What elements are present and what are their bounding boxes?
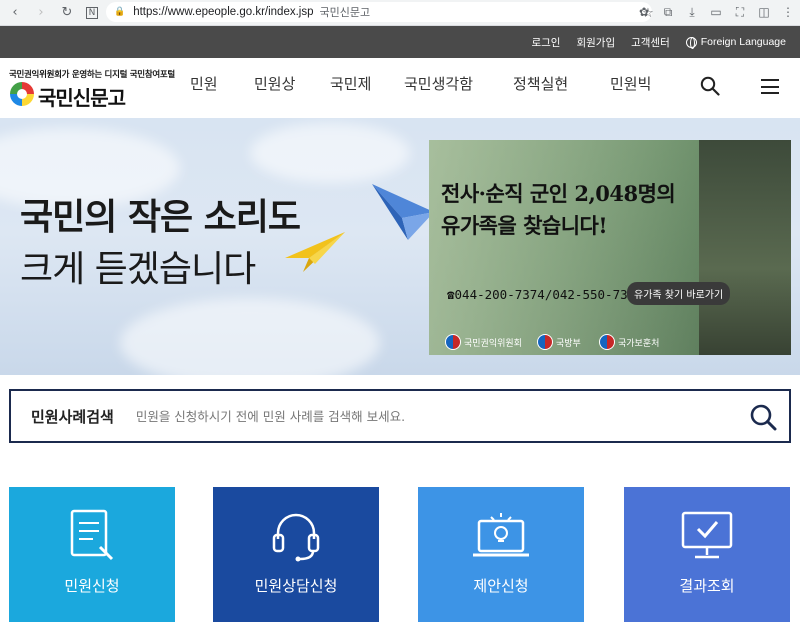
search-icon[interactable]: [700, 76, 720, 96]
banner-title-line1: 전사·순직 군인 2,048명의: [441, 181, 676, 206]
promo-banner[interactable]: 전사·순직 군인 2,048명의 유가족을 찾습니다! ☎044-200-737…: [429, 140, 791, 355]
card-label: 민원상담신청: [254, 577, 338, 595]
taegeuk-icon: [445, 334, 461, 350]
browser-toolbar: ‹ › ↻ N 🔒 https://www.epeople.go.kr/inde…: [0, 0, 800, 26]
banner-link-button[interactable]: 유가족 찾기 바로가기: [627, 282, 731, 305]
news-icon[interactable]: N: [86, 6, 98, 19]
result-inquiry-card[interactable]: 결과조회: [624, 487, 790, 622]
support-link[interactable]: 고객센터: [631, 35, 670, 50]
banner-phone: ☎044-200-7374/042-550-7387: [447, 287, 643, 302]
document-icon: [70, 509, 114, 561]
soldier-statue-image: [699, 140, 791, 355]
url-text: https://www.epeople.go.kr/index.jsp: [133, 6, 314, 18]
consult-petition-card[interactable]: 민원상담신청: [213, 487, 379, 622]
media-icon[interactable]: ▭: [708, 3, 724, 21]
nav-item-thinking[interactable]: 국민생각함: [404, 77, 473, 92]
nav-item-consult[interactable]: 민원상담: [254, 75, 296, 151]
paper-plane-blue-icon: [372, 184, 434, 240]
logo-subtitle: 국민권익위원회가 운영하는 디지털 국민참여포털: [9, 70, 175, 80]
taegeuk-icon: [599, 334, 615, 350]
org-mpva: 국가보훈처: [599, 334, 659, 350]
headset-icon: [272, 513, 320, 562]
hero-section: 국민의 작은 소리도 크게 듣겠습니다 전사·순직 군인 2,048명의 유가족…: [0, 118, 800, 375]
reload-icon[interactable]: ↻: [56, 2, 78, 24]
hero-headline: 국민의 작은 소리도: [20, 197, 301, 238]
hamburger-menu-icon[interactable]: [761, 79, 779, 94]
org-acrc: 국민권익위원회: [445, 334, 522, 350]
nav-item-bigdata[interactable]: 민원빅데이터: [610, 75, 652, 151]
search-input[interactable]: [135, 408, 696, 424]
nav-label-line1: 민원빅: [610, 75, 652, 93]
case-search-bar: 민원사례검색: [9, 389, 791, 443]
hero-subheadline: 크게 듣겠습니다: [20, 249, 256, 290]
address-bar[interactable]: 🔒 https://www.epeople.go.kr/index.jsp 국민…: [106, 2, 652, 22]
logo-title[interactable]: 국민신문고: [38, 82, 126, 111]
search-label: 민원사례검색: [31, 407, 114, 426]
language-label: Foreign Language: [700, 36, 786, 48]
nav-label-line1: 국민제: [330, 75, 372, 93]
nav-item-policy[interactable]: 정책실현: [513, 77, 568, 92]
card-label: 제안신청: [473, 577, 529, 595]
nav-label-line1: 정책실현: [513, 75, 569, 93]
forward-icon[interactable]: ›: [30, 2, 52, 24]
taegeuk-icon: [537, 334, 553, 350]
extension-toolbar: ✿ ⧉ ⤓ ▭ ⛶ ◫ ⋮: [636, 3, 796, 21]
utility-bar: 로그인 회원가입 고객센터 Foreign Language: [0, 26, 800, 58]
globe-icon: [685, 36, 697, 49]
apply-petition-card[interactable]: 민원신청: [9, 487, 175, 622]
card-label: 결과조회: [679, 577, 735, 595]
monitor-check-icon: [681, 511, 733, 559]
card-label: 민원신청: [64, 577, 120, 595]
download-icon[interactable]: ⤓: [684, 3, 700, 21]
tab-title: 국민신문고: [319, 6, 371, 19]
search-icon[interactable]: [749, 403, 777, 431]
extensions-icon[interactable]: ✿: [636, 3, 652, 21]
nav-label-line1: 국민생각함: [404, 75, 474, 93]
proposal-card[interactable]: 제안신청: [418, 487, 584, 622]
nav-label-line1: 민원: [190, 75, 218, 93]
banner-title-line2: 유가족을 찾습니다!: [441, 213, 608, 238]
nav-label-line1: 민원상: [254, 75, 296, 93]
paper-plane-yellow-icon: [285, 232, 345, 272]
login-link[interactable]: 로그인: [531, 35, 560, 50]
logo-icon[interactable]: [10, 82, 34, 106]
screenshot-icon[interactable]: ⛶: [732, 3, 748, 21]
signup-link[interactable]: 회원가입: [576, 35, 615, 50]
lock-icon: 🔒: [114, 7, 126, 17]
site-header: 국민권익위원회가 운영하는 디지털 국민참여포털 국민신문고: [0, 58, 800, 118]
nav-item-minwon[interactable]: 민원: [190, 77, 218, 92]
sidebar-icon[interactable]: ◫: [756, 3, 772, 21]
more-icon[interactable]: ⋮: [780, 3, 796, 21]
language-link[interactable]: Foreign Language: [685, 36, 786, 49]
back-icon[interactable]: ‹: [4, 2, 26, 24]
laptop-lightbulb-icon: [473, 513, 529, 557]
nav-item-proposal[interactable]: 국민제안: [330, 75, 372, 151]
org-mnd: 국방부: [537, 334, 581, 350]
puzzle-icon[interactable]: ⧉: [660, 3, 676, 21]
